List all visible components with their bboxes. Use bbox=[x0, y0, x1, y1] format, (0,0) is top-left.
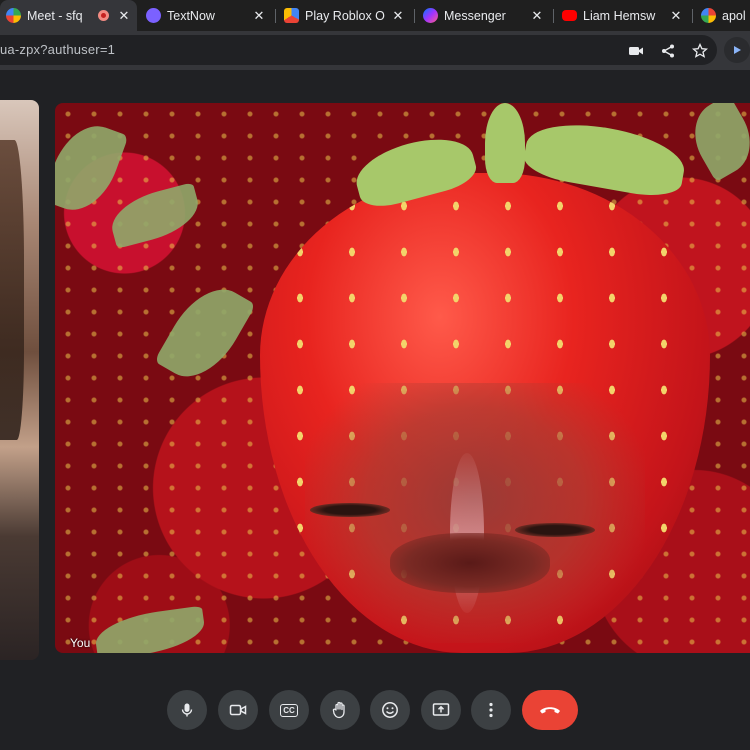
raise-hand-button[interactable] bbox=[320, 690, 360, 730]
more-options-button[interactable] bbox=[471, 690, 511, 730]
roblox-icon bbox=[284, 8, 299, 23]
filter-eye-left bbox=[310, 503, 390, 517]
video-camera-icon bbox=[229, 704, 247, 716]
star-icon[interactable] bbox=[691, 42, 709, 59]
tab-textnow[interactable]: TextNow ✕ bbox=[140, 0, 272, 31]
tab-divider bbox=[692, 9, 693, 23]
tab-title: Meet - sfq bbox=[27, 8, 83, 23]
google-icon bbox=[701, 8, 716, 23]
messenger-icon bbox=[423, 8, 438, 23]
meet-stage: You CC bbox=[0, 70, 750, 750]
hand-icon bbox=[332, 701, 345, 719]
tab-messenger[interactable]: Messenger ✕ bbox=[417, 0, 550, 31]
tab-meet[interactable]: Meet - sfq ✕ bbox=[0, 0, 137, 31]
present-button[interactable] bbox=[421, 690, 461, 730]
strawberry-stem bbox=[485, 103, 525, 183]
close-icon[interactable]: ✕ bbox=[667, 8, 685, 24]
textnow-icon bbox=[146, 8, 161, 23]
filter-mouth bbox=[390, 533, 550, 593]
emoji-icon bbox=[382, 702, 398, 718]
call-controls: CC bbox=[0, 690, 750, 750]
tab-title: apol bbox=[722, 8, 746, 23]
reactions-button[interactable] bbox=[370, 690, 410, 730]
self-label: You bbox=[70, 636, 91, 650]
tab-title: TextNow bbox=[167, 8, 215, 23]
leave-call-button[interactable] bbox=[522, 690, 578, 730]
tab-divider bbox=[414, 9, 415, 23]
close-icon[interactable]: ✕ bbox=[389, 8, 407, 24]
close-icon[interactable]: ✕ bbox=[250, 8, 268, 24]
tab-youtube[interactable]: Liam Hemsw ✕ bbox=[556, 0, 689, 31]
captions-button[interactable]: CC bbox=[269, 690, 309, 730]
microphone-icon bbox=[181, 703, 193, 717]
tab-google[interactable]: apol bbox=[695, 0, 750, 31]
tab-title: Liam Hemsw bbox=[583, 8, 656, 23]
participant-tile[interactable] bbox=[0, 100, 39, 660]
tab-roblox[interactable]: Play Roblox O ✕ bbox=[278, 0, 411, 31]
tab-title: Play Roblox O bbox=[305, 8, 385, 23]
present-screen-icon bbox=[432, 703, 450, 716]
youtube-icon bbox=[562, 10, 577, 21]
end-call-icon bbox=[540, 707, 560, 714]
close-icon[interactable]: ✕ bbox=[528, 8, 546, 24]
tab-divider bbox=[275, 9, 276, 23]
camera-button[interactable] bbox=[218, 690, 258, 730]
strawberry-face-filter bbox=[260, 173, 710, 653]
more-vert-icon bbox=[489, 702, 493, 718]
browser-toolbar: ua-zpx?authuser=1 bbox=[0, 31, 750, 70]
url-text: ua-zpx?authuser=1 bbox=[0, 42, 116, 57]
self-video-tile[interactable]: You bbox=[55, 103, 750, 653]
tab-title: Messenger bbox=[444, 8, 506, 23]
close-icon[interactable]: ✕ bbox=[115, 8, 133, 24]
camera-icon[interactable] bbox=[628, 43, 644, 59]
filter-eye-right bbox=[515, 523, 595, 537]
extension-icon[interactable] bbox=[724, 37, 750, 63]
tab-strip: Meet - sfq ✕ TextNow ✕ Play Roblox O ✕ M… bbox=[0, 0, 750, 31]
recording-icon bbox=[98, 10, 109, 21]
captions-icon: CC bbox=[280, 703, 298, 717]
mic-button[interactable] bbox=[167, 690, 207, 730]
share-icon[interactable] bbox=[660, 43, 676, 59]
participant-video bbox=[0, 140, 24, 440]
google-meet-icon bbox=[6, 8, 21, 23]
address-bar[interactable]: ua-zpx?authuser=1 bbox=[0, 35, 717, 65]
tab-divider bbox=[553, 9, 554, 23]
